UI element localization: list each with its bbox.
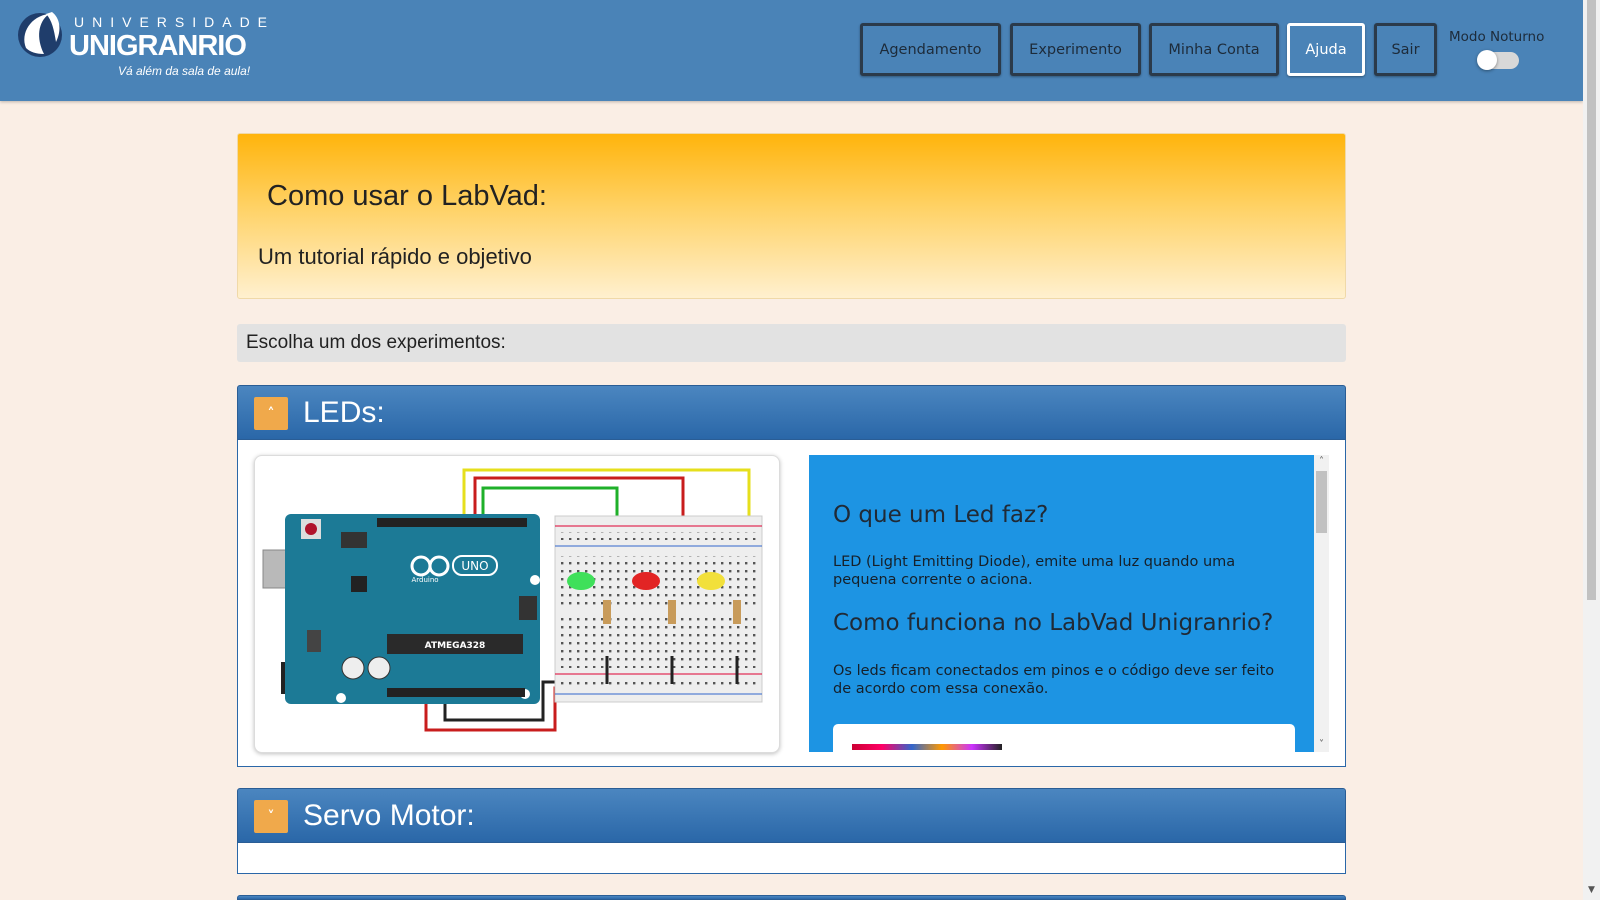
night-mode-toggle-knob [1477, 50, 1497, 70]
hero-title: Como usar o LabVad: [267, 180, 547, 212]
nav-sair-button[interactable]: Sair [1374, 23, 1437, 76]
chevron-down-icon: ˅ [267, 808, 275, 825]
info-scrollbar-thumb[interactable] [1316, 471, 1327, 533]
servo-panel-body [237, 843, 1346, 874]
led-info-pane[interactable]: O que um Led faz? LED (Light Emitting Di… [809, 455, 1329, 752]
page-scrollbar-thumb[interactable] [1587, 0, 1596, 600]
leds-panel-header[interactable]: ˄ LEDs: [237, 385, 1346, 440]
logo-mark-icon [18, 12, 62, 57]
logo-tagline: Vá além da sala de aula! [118, 64, 251, 78]
board-sub-label: Arduino [411, 576, 438, 584]
night-mode-toggle[interactable] [1477, 50, 1519, 70]
board-brand-label: UNO [461, 559, 488, 573]
nav-ajuda-button[interactable]: Ajuda [1287, 23, 1365, 76]
expand-servo-button[interactable]: ˅ [254, 800, 288, 833]
arduino-circuit-image: UNO Arduino ATMEGA328 [254, 455, 780, 753]
next-panel-header[interactable] [237, 895, 1346, 900]
nav-minha-conta-button[interactable]: Minha Conta [1149, 23, 1279, 76]
logo-main-text: UNIGRANRIO [69, 30, 247, 62]
led-info-content: O que um Led faz? LED (Light Emitting Di… [809, 455, 1315, 752]
nav-agendamento-button[interactable]: Agendamento [860, 23, 1001, 76]
info-image-thumbnail [852, 744, 1002, 750]
info-text-what: LED (Light Emitting Diode), emite uma lu… [833, 554, 1236, 588]
collapse-leds-button[interactable]: ˄ [254, 397, 288, 430]
info-heading-how: Como funciona no LabVad Unigranrio? [833, 610, 1274, 636]
choose-experiment-label: Escolha um dos experimentos: [237, 324, 1346, 362]
servo-panel-header[interactable]: ˅ Servo Motor: [237, 788, 1346, 843]
logo-top-text: UNIVERSIDADE [74, 14, 276, 30]
info-text-how: Os leds ficam conectados em pinos e o có… [833, 663, 1275, 697]
unigranrio-logo[interactable]: UNIVERSIDADE UNIGRANRIO Vá além da sala … [16, 8, 267, 78]
servo-panel-title: Servo Motor: [303, 799, 475, 832]
chip-label: ATMEGA328 [425, 641, 486, 651]
arduino-circuit-illustration: UNO Arduino ATMEGA328 [262, 468, 763, 732]
info-scrollbar[interactable]: ˄ ˅ [1314, 455, 1329, 752]
scroll-down-arrow-icon[interactable]: ˅ [1314, 738, 1329, 752]
nav-experimento-button[interactable]: Experimento [1010, 23, 1141, 76]
top-header: UNIVERSIDADE UNIGRANRIO Vá além da sala … [0, 0, 1583, 101]
tutorial-hero: Como usar o LabVad: Um tutorial rápido e… [237, 133, 1346, 299]
chevron-up-icon: ˄ [267, 405, 275, 422]
scroll-up-arrow-icon[interactable]: ˄ [1314, 455, 1329, 469]
info-heading-what: O que um Led faz? [833, 502, 1049, 528]
leds-panel-body: UNO Arduino ATMEGA328 O que um Led faz? … [237, 440, 1346, 767]
scroll-down-arrow-icon[interactable]: ▼ [1587, 886, 1596, 895]
page-scrollbar[interactable]: ▼ [1583, 0, 1600, 900]
hero-subtitle: Um tutorial rápido e objetivo [258, 244, 532, 269]
leds-panel-title: LEDs: [303, 396, 385, 429]
night-mode-label: Modo Noturno [1449, 29, 1545, 45]
info-image-card [833, 724, 1295, 752]
